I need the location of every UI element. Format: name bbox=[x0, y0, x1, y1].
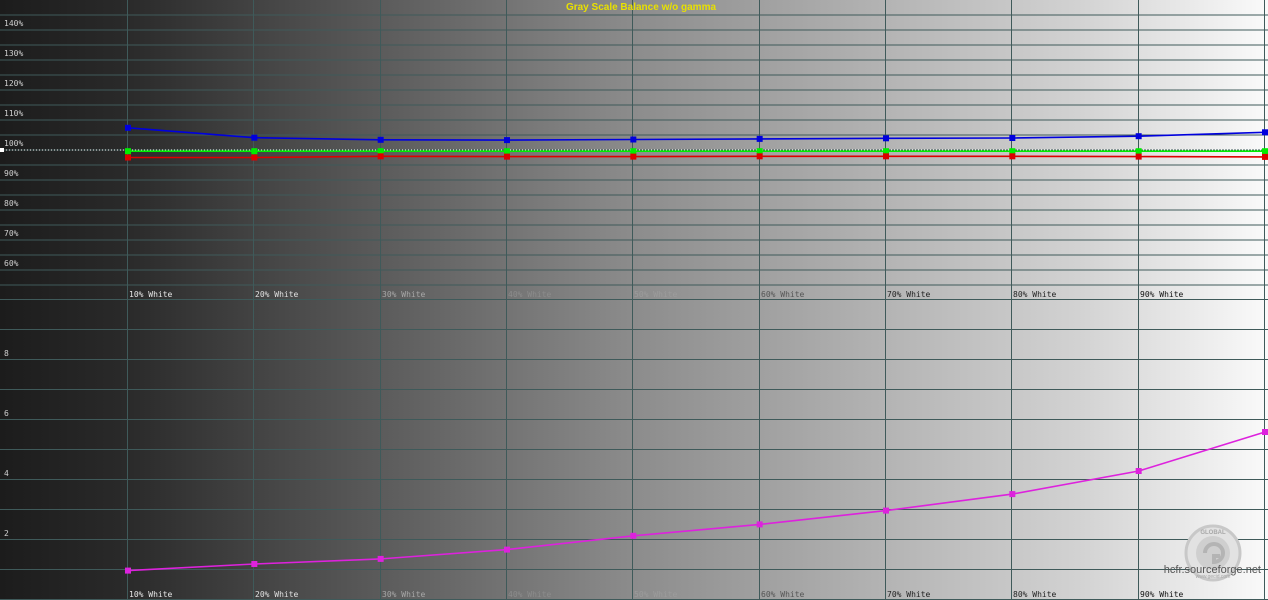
top-x-tick-label: 60% White bbox=[761, 290, 805, 299]
bottom-series-0-point bbox=[504, 546, 510, 553]
bottom-series-0-point bbox=[125, 567, 131, 574]
top-series-0-point bbox=[756, 135, 763, 142]
top-series-1-point bbox=[1135, 148, 1142, 155]
top-y-tick-label: 60% bbox=[4, 259, 19, 268]
top-x-tick-label: 80% White bbox=[1013, 290, 1057, 299]
top-series-1-point bbox=[251, 148, 258, 155]
top-x-tick-label: 20% White bbox=[255, 290, 299, 299]
bottom-x-tick-label: 10% White bbox=[129, 590, 173, 599]
top-series-2-point bbox=[377, 153, 384, 160]
bottom-y-tick-label: 2 bbox=[4, 529, 9, 538]
top-series-1-point bbox=[630, 148, 637, 155]
bottom-x-tick-label: 50% White bbox=[634, 590, 678, 599]
top-series-2-point bbox=[1009, 153, 1016, 160]
top-series-2-point bbox=[504, 153, 510, 160]
bottom-series-0-point bbox=[883, 507, 889, 514]
top-series-0-point bbox=[125, 124, 131, 131]
grayscale-chart: 140% 130% 120% 110% 100% 90% 80% 70% 60% 8 6 4 2 10… bbox=[0, 0, 1268, 600]
top-x-tick-label: 40% White bbox=[508, 290, 552, 299]
bottom-x-tick-label: 30% White bbox=[382, 590, 426, 599]
top-y-tick-label: 120% bbox=[4, 79, 23, 88]
bottom-x-tick-label: 90% White bbox=[1140, 590, 1184, 599]
top-x-tick-label: 50% White bbox=[634, 290, 678, 299]
top-y-tick-label: 70% bbox=[4, 229, 19, 238]
top-x-tick-label: 10% White bbox=[129, 290, 173, 299]
top-series-2-point bbox=[756, 153, 763, 160]
bottom-series-0-point bbox=[756, 521, 763, 528]
top-series-0-point bbox=[1262, 129, 1268, 136]
bottom-y-tick-label: 8 bbox=[4, 349, 9, 358]
bottom-x-tick-labels: 10% White 20% White 30% White 40% White 50% … bbox=[129, 590, 1184, 599]
bottom-series-0-point bbox=[1009, 491, 1016, 498]
logo-badge-text: GLOBAL bbox=[1200, 530, 1226, 536]
top-y-tick-label: 100% bbox=[4, 139, 23, 148]
bottom-x-tick-label: 80% White bbox=[1013, 590, 1057, 599]
bottom-series-0-point bbox=[377, 555, 384, 562]
top-series-0-point bbox=[883, 135, 889, 142]
top-x-tick-label: 70% White bbox=[887, 290, 931, 299]
bottom-x-tick-label: 70% White bbox=[887, 590, 931, 599]
bottom-x-tick-label: 20% White bbox=[255, 590, 299, 599]
top-series-0-point bbox=[1135, 133, 1142, 140]
top-series-0-point bbox=[377, 136, 384, 143]
bottom-series-0-point bbox=[251, 561, 258, 567]
reference-marker bbox=[0, 148, 4, 152]
top-y-tick-label: 140% bbox=[4, 19, 23, 28]
bottom-y-tick-label: 6 bbox=[4, 409, 9, 418]
watermark-text: hcfr.sourceforge.net bbox=[1164, 564, 1261, 576]
top-series-2-point bbox=[1135, 153, 1142, 160]
chart-title: Gray Scale Balance w/o gamma bbox=[566, 2, 717, 13]
bottom-x-tick-label: 60% White bbox=[761, 590, 805, 599]
top-series-2-point bbox=[630, 153, 637, 160]
top-x-tick-label: 90% White bbox=[1140, 290, 1184, 299]
bottom-x-tick-label: 40% White bbox=[508, 590, 552, 599]
bottom-y-tick-label: 4 bbox=[4, 469, 9, 478]
top-x-tick-label: 30% White bbox=[382, 290, 426, 299]
top-series-0-point bbox=[1009, 135, 1016, 141]
top-y-tick-label: 110% bbox=[4, 109, 23, 118]
top-series-0-point bbox=[251, 134, 258, 141]
top-series-2-point bbox=[251, 154, 258, 161]
top-series-2-point bbox=[1262, 153, 1268, 160]
bottom-series-0-point bbox=[1135, 468, 1142, 474]
top-series-2-point bbox=[125, 154, 131, 161]
top-series-0-point bbox=[630, 136, 637, 143]
bottom-series-0-point bbox=[630, 532, 637, 539]
top-series-0-point bbox=[504, 137, 510, 144]
top-series-1-point bbox=[1262, 148, 1268, 155]
bottom-series-0-point bbox=[1262, 429, 1268, 435]
top-series-1-point bbox=[504, 148, 510, 155]
top-x-tick-labels: 10% White 20% White 30% White 40% White 50% … bbox=[129, 290, 1184, 299]
top-y-tick-label: 90% bbox=[4, 169, 19, 178]
top-series-1-point bbox=[125, 148, 131, 155]
top-series-2-point bbox=[883, 153, 889, 160]
top-y-tick-label: 130% bbox=[4, 49, 23, 58]
top-y-tick-label: 80% bbox=[4, 199, 19, 208]
